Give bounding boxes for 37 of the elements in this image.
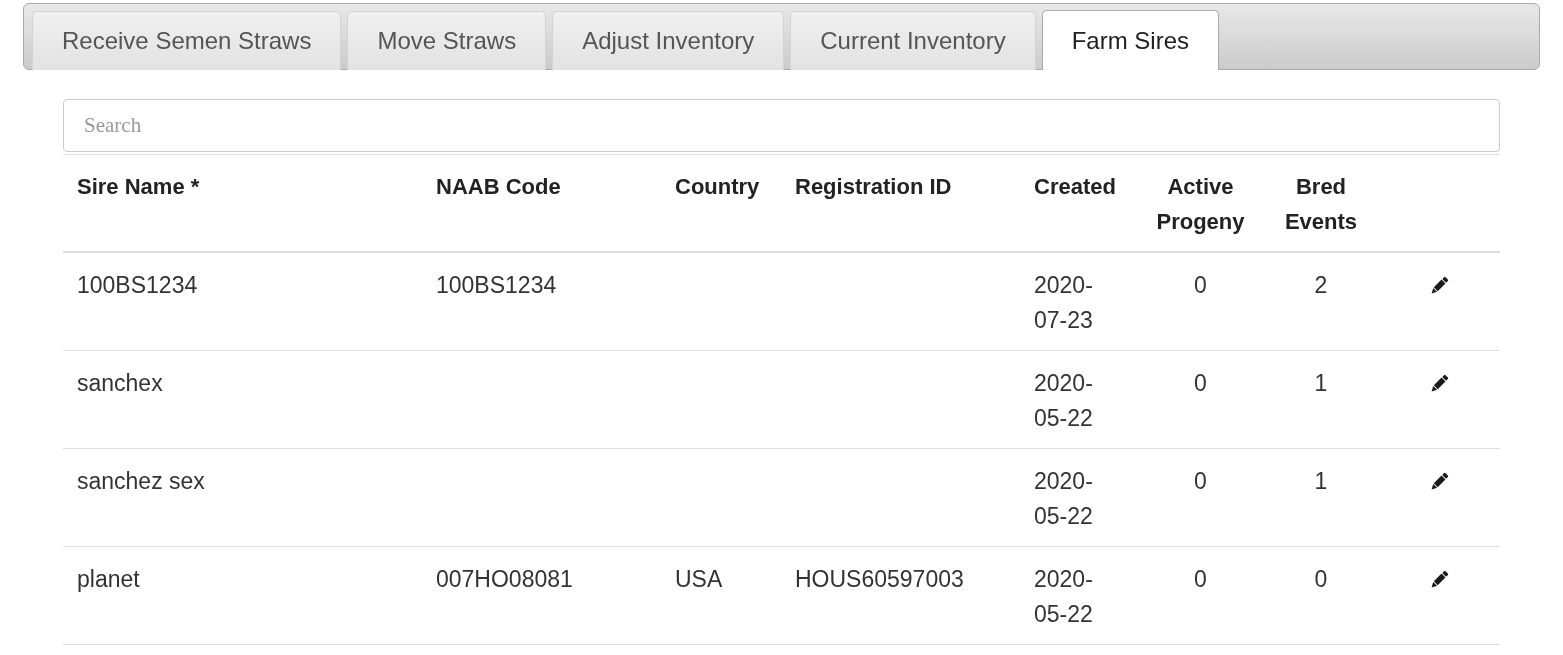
tab[interactable]: Adjust Inventory <box>552 11 785 70</box>
column-header: Created <box>1020 154 1140 252</box>
table-cell: 1 <box>1261 350 1381 449</box>
pencil-icon[interactable] <box>1429 472 1449 492</box>
tab[interactable]: Farm Sires <box>1041 10 1219 70</box>
pencil-icon[interactable] <box>1429 374 1449 394</box>
column-header: Bred Events <box>1261 154 1381 252</box>
table-cell: 1 <box>1261 448 1381 547</box>
table-cell: 0 <box>1140 546 1261 645</box>
table-cell: 007HO08081 <box>422 546 661 645</box>
column-header: Registration ID <box>781 154 1020 252</box>
table-cell: 100BS1234 <box>63 252 422 351</box>
tab[interactable]: Receive Semen Straws <box>32 11 342 70</box>
table-cell: 0 <box>1140 448 1261 547</box>
column-header: Country <box>661 154 781 252</box>
table-cell: 0 <box>1261 546 1381 645</box>
table-cell: USA <box>661 546 781 645</box>
table-cell: 100BS1234 <box>422 252 661 351</box>
pencil-icon[interactable] <box>1429 570 1449 590</box>
column-header: Active Progeny <box>1140 154 1261 252</box>
search-field[interactable]: Search <box>63 99 1500 152</box>
table-cell: HOUS60597003 <box>781 546 1020 645</box>
table-cell: 0 <box>1140 350 1261 449</box>
table-cell: 2020-05-22 <box>1020 448 1140 547</box>
table-cell: 2020-07-23 <box>1020 252 1140 351</box>
tab[interactable]: Current Inventory <box>790 11 1036 70</box>
table-cell: 2020-05-22 <box>1020 546 1140 645</box>
table-cell: 0 <box>1140 252 1261 351</box>
table-cell: 2 <box>1261 252 1381 351</box>
table-cell: 2020-05-22 <box>1020 350 1140 449</box>
tab[interactable]: Move Straws <box>347 11 547 70</box>
table-cell: planet <box>63 546 422 645</box>
column-header: Sire Name * <box>63 154 422 252</box>
pencil-icon[interactable] <box>1429 276 1449 296</box>
table-cell: sanchez sex <box>63 448 422 547</box>
column-header: NAAB Code <box>422 154 661 252</box>
table-cell: sanchex <box>63 350 422 449</box>
